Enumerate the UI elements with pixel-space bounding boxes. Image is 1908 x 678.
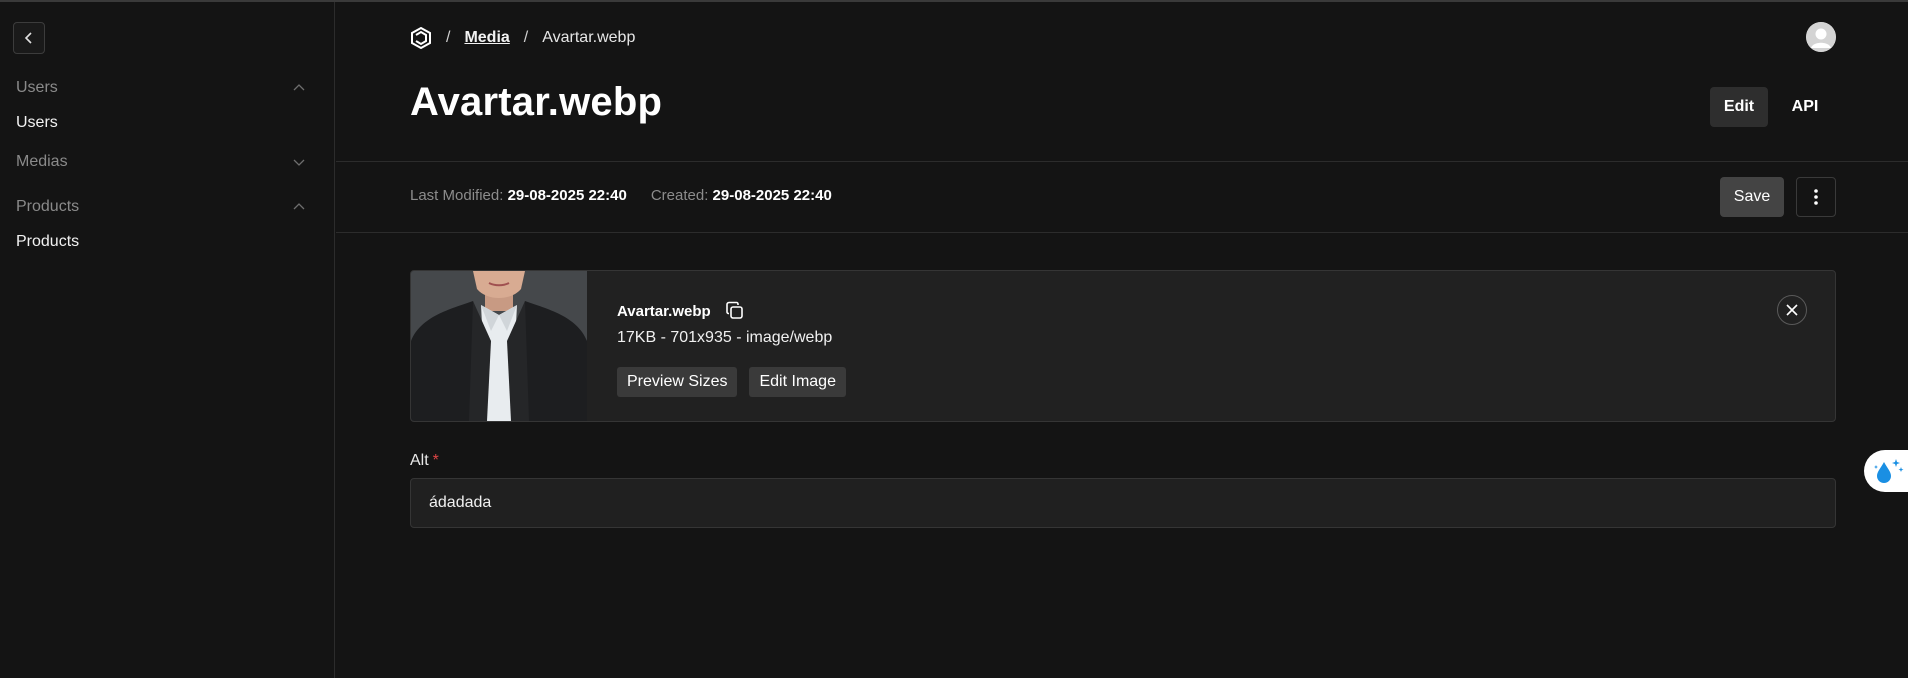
edit-image-button[interactable]: Edit Image [749,367,846,397]
tab-api[interactable]: API [1776,87,1834,127]
file-card: Avartar.webp 17KB - 701x935 - image/webp… [410,270,1836,422]
sidebar-group-header-products[interactable]: Products [16,195,306,219]
tab-edit[interactable]: Edit [1710,87,1768,127]
person-portrait-image [411,271,587,421]
sidebar-item-products[interactable]: Products [16,233,306,251]
chevron-left-icon [24,32,32,44]
sidebar-group-label: Medias [16,153,68,170]
alt-input[interactable] [410,478,1836,528]
sidebar-group-users: Users Users [16,76,306,132]
breadcrumb: / Media / Avartar.webp [410,26,635,50]
remove-file-button[interactable] [1777,295,1807,325]
breadcrumb-link-media[interactable]: Media [464,29,509,47]
last-modified-label: Last Modified: [410,187,504,204]
divider [336,161,1908,162]
last-modified-value: 29-08-2025 22:40 [507,187,627,204]
copy-icon[interactable] [725,301,745,321]
logo-icon[interactable] [410,27,432,49]
water-drop-sparkle-icon [1874,459,1904,483]
sidebar-group-medias: Medias [16,150,306,174]
breadcrumb-separator: / [523,29,529,46]
breadcrumb-current: Avartar.webp [542,29,636,46]
floating-assistant-button[interactable] [1864,450,1908,492]
chevron-up-icon [293,84,305,91]
close-icon [1786,304,1798,316]
created: Created: 29-08-2025 22:40 [651,187,832,204]
page-title: Avartar.webp [410,80,663,124]
divider [336,232,1908,233]
sidebar-item-users[interactable]: Users [16,114,306,132]
sidebar-group-header-medias[interactable]: Medias [16,150,306,174]
file-actions: Preview Sizes Edit Image [617,367,846,397]
more-vertical-icon [1814,189,1818,205]
user-avatar[interactable] [1806,22,1836,52]
preview-sizes-button[interactable]: Preview Sizes [617,367,738,397]
breadcrumb-separator: / [446,29,451,46]
main-content: / Media / Avartar.webp Avartar.webp Edit… [336,2,1908,678]
image-thumbnail[interactable] [411,271,587,421]
last-modified: Last Modified: 29-08-2025 22:40 [410,187,627,204]
sidebar-group-header-users[interactable]: Users [16,76,306,100]
file-name: Avartar.webp [617,302,711,320]
created-label: Created: [650,187,709,204]
chevron-up-icon [293,203,305,210]
more-options-button[interactable] [1796,177,1836,217]
alt-field-label: Alt * [410,452,439,470]
sidebar-group-products: Products Products [16,195,306,251]
file-name-row: Avartar.webp [617,301,745,321]
sidebar-group-label: Users [16,79,58,96]
required-marker: * [432,452,439,469]
sidebar-group-label: Products [16,198,80,215]
sidebar: Users Users Medias Products Products [0,2,335,678]
created-value: 29-08-2025 22:40 [712,187,832,204]
alt-label-text: Alt [410,452,429,469]
document-meta: Last Modified: 29-08-2025 22:40 Created:… [410,187,832,204]
file-info: 17KB - 701x935 - image/webp [617,329,833,346]
save-button[interactable]: Save [1720,177,1784,217]
user-avatar-icon [1806,22,1836,52]
back-button[interactable] [13,22,45,54]
chevron-down-icon [293,159,305,166]
